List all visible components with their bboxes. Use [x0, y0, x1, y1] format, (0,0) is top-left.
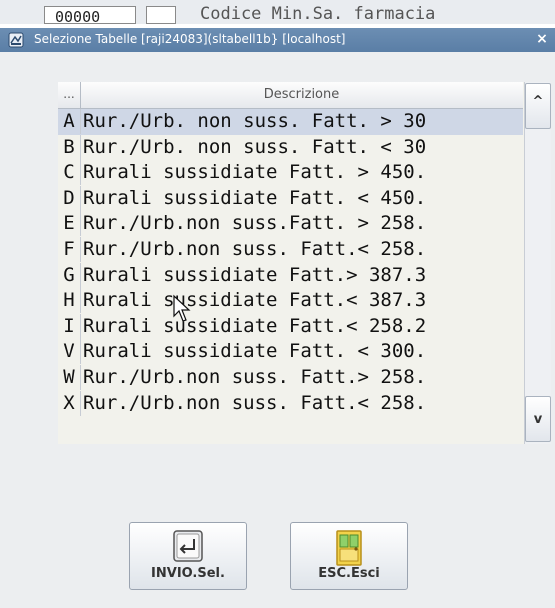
header-description-column[interactable]: Descrizione [81, 82, 522, 108]
row-description: Rurali sussidiate Fatt. > 450. [83, 161, 427, 184]
row-description: Rur./Urb.non suss. Fatt.< 258. [83, 391, 427, 414]
row-description: Rurali sussidiate Fatt.> 387.3 [83, 263, 427, 286]
mouse-cursor-icon [173, 294, 191, 322]
table-row[interactable]: C Rurali sussidiate Fatt. > 450. [58, 160, 523, 186]
row-description: Rurali sussidiate Fatt. < 450. [83, 186, 427, 209]
row-code: B [58, 134, 81, 160]
row-code: D [58, 185, 81, 211]
scroll-up-button[interactable]: ^ [525, 83, 551, 129]
row-code: F [58, 236, 81, 262]
dialog-body: ... Descrizione A Rur./Urb. non suss. Fat… [0, 52, 555, 608]
row-description: Rurali sussidiate Fatt.< 258.2 [83, 314, 427, 337]
table-row[interactable]: E Rur./Urb.non suss.Fatt. > 258. [58, 211, 523, 237]
app-icon [8, 32, 24, 48]
background-window: 00000 Codice Min.Sa. farmacia [0, 0, 555, 24]
row-description: Rur./Urb.non suss.Fatt. > 258. [83, 212, 427, 235]
row-code: E [58, 211, 81, 237]
esc-label: ESC.Esci [318, 566, 380, 581]
row-description: Rur./Urb.non suss. Fatt.< 258. [83, 237, 427, 260]
row-description: Rur./Urb. non suss. Fatt. > 30 [83, 110, 427, 132]
scroll-down-button[interactable]: v [525, 396, 551, 442]
enter-key-icon [173, 530, 203, 562]
invio-label: INVIO.Sel. [151, 566, 225, 581]
row-code: I [58, 313, 81, 339]
dialog-title: Selezione Tabelle [raji24083](sltabell1b… [34, 32, 346, 46]
row-description: Rur./Urb.non suss. Fatt.> 258. [83, 365, 427, 388]
row-description: Rurali sussidiate Fatt. < 300. [83, 340, 427, 363]
table-row[interactable]: A Rur./Urb. non suss. Fatt. > 30 [58, 109, 523, 135]
table-row[interactable]: V Rurali sussidiate Fatt. < 300. [58, 339, 523, 365]
row-code: A [58, 109, 81, 134]
table-row[interactable]: G Rurali sussidiate Fatt.> 387.3 [58, 262, 523, 289]
header-code-column[interactable]: ... [58, 82, 81, 108]
table-rows: A Rur./Urb. non suss. Fatt. > 30 B Rur./Ur… [58, 109, 523, 416]
dialog-titlebar[interactable]: Selezione Tabelle [raji24083](sltabell1b… [0, 28, 555, 52]
background-label: Codice Min.Sa. farmacia [200, 4, 436, 24]
esc-exit-button[interactable]: ESC.Esci [290, 522, 408, 590]
row-code: X [58, 390, 81, 416]
table: ... Descrizione A Rur./Urb. non suss. Fat… [58, 82, 551, 444]
exit-door-icon [336, 530, 362, 566]
row-code: V [58, 339, 81, 365]
table-row[interactable]: W Rur./Urb.non suss. Fatt.> 258. [58, 364, 523, 391]
invio-select-button[interactable]: INVIO.Sel. [129, 522, 247, 590]
row-code: G [58, 262, 81, 288]
table-row[interactable]: I Rurali sussidiate Fatt.< 258.2 [58, 313, 523, 340]
row-description: Rur./Urb. non suss. Fatt. < 30 [83, 135, 427, 158]
row-code: C [58, 160, 81, 186]
table-row[interactable]: X Rur./Urb.non suss. Fatt.< 258. [58, 390, 523, 417]
table-header: ... Descrizione [58, 82, 523, 109]
table-row[interactable]: F Rur./Urb.non suss. Fatt.< 258. [58, 236, 523, 263]
background-code-field: 00000 [44, 6, 136, 24]
row-code: W [58, 364, 81, 390]
row-description: Rurali sussidiate Fatt.< 387.3 [83, 289, 427, 312]
table-row[interactable]: D Rurali sussidiate Fatt. < 450. [58, 185, 523, 212]
table-row[interactable]: B Rur./Urb. non suss. Fatt. < 30 [58, 134, 523, 161]
vertical-scrollbar[interactable]: ^ v [524, 82, 551, 444]
close-icon[interactable]: × [533, 30, 551, 48]
row-code: H [58, 288, 81, 314]
background-small-field [146, 6, 176, 24]
table-row[interactable]: H Rurali sussidiate Fatt.< 387.3 [58, 288, 523, 314]
